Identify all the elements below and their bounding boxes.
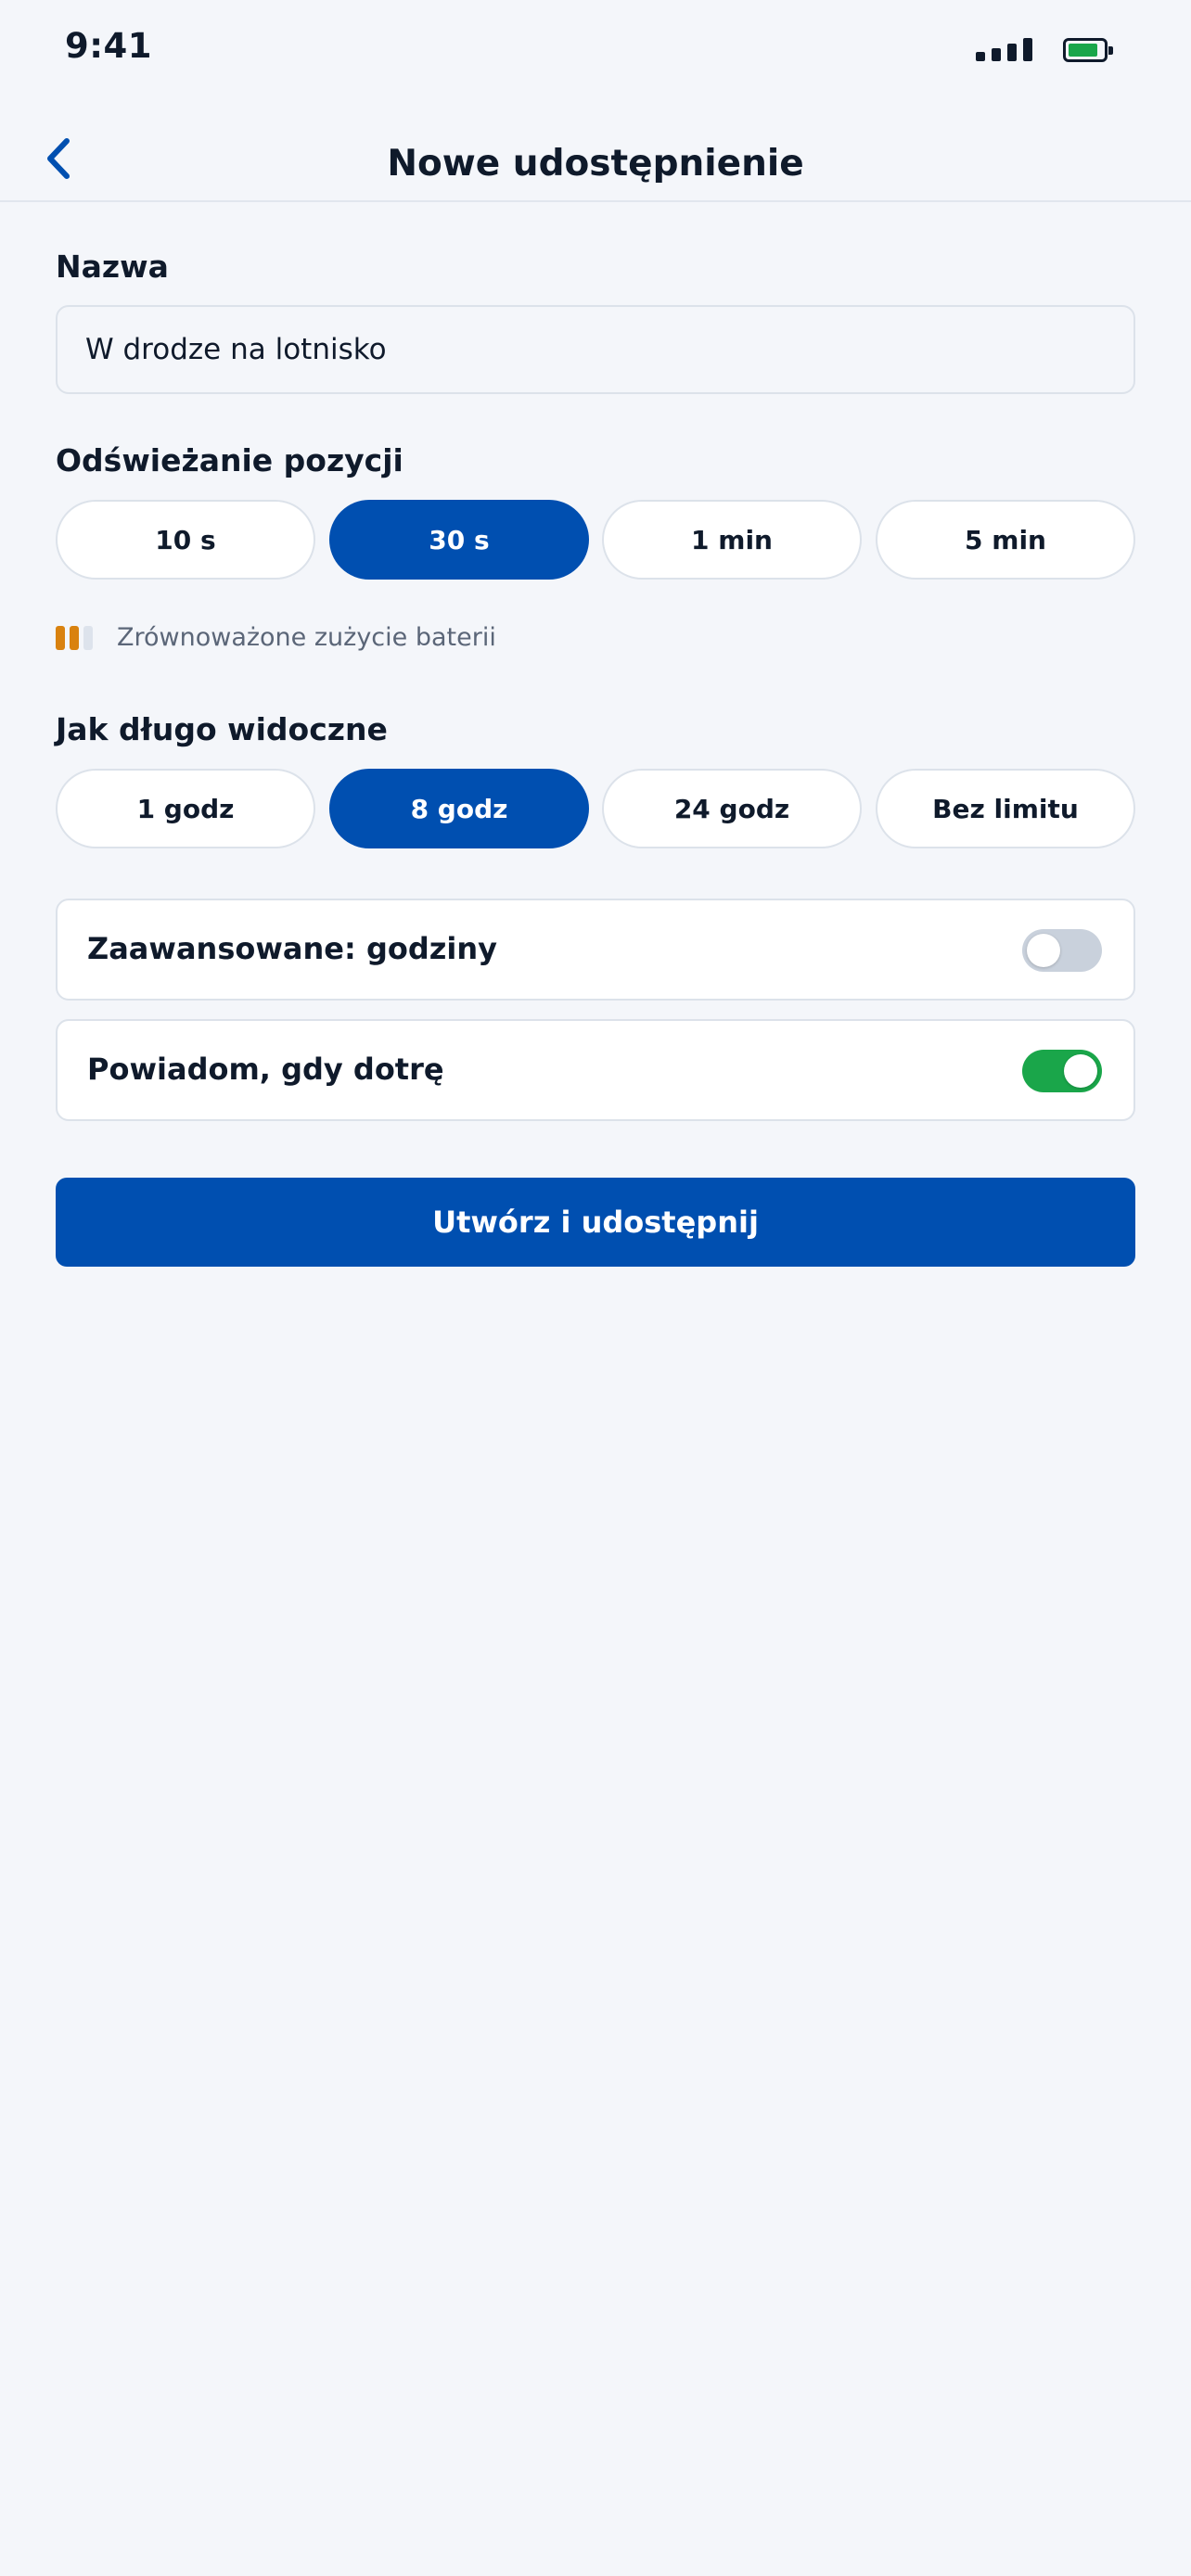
advanced-hours-label: Zaawansowane: godziny <box>87 931 497 966</box>
name-input[interactable] <box>56 305 1135 394</box>
duration-label: Jak długo widoczne <box>56 711 388 747</box>
notify-arrival-toggle[interactable] <box>1022 1050 1102 1092</box>
duration-selector: 1 godz 8 godz 24 godz Bez limitu <box>56 769 1135 848</box>
duration-option-24h[interactable]: 24 godz <box>602 769 862 848</box>
duration-option-8h[interactable]: 8 godz <box>329 769 589 848</box>
notify-arrival-row: Powiadom, gdy dotrę <box>56 1019 1135 1121</box>
duration-option-no-limit[interactable]: Bez limitu <box>876 769 1135 848</box>
notify-arrival-label: Powiadom, gdy dotrę <box>87 1052 444 1087</box>
battery-usage-bars-icon <box>56 623 96 655</box>
refresh-label: Odświeżanie pozycji <box>56 442 403 478</box>
create-and-share-button[interactable]: Utwórz i udostępnij <box>56 1178 1135 1267</box>
duration-option-1h[interactable]: 1 godz <box>56 769 315 848</box>
status-time: 9:41 <box>65 26 153 66</box>
refresh-option-5min[interactable]: 5 min <box>876 500 1135 580</box>
refresh-interval-selector: 10 s 30 s 1 min 5 min <box>56 500 1135 580</box>
status-bar: 9:41 <box>0 0 1191 93</box>
refresh-option-30s[interactable]: 30 s <box>329 500 589 580</box>
navigation-bar: Nowe udostępnienie <box>0 109 1191 202</box>
refresh-option-1min[interactable]: 1 min <box>602 500 862 580</box>
cellular-signal-icon <box>976 35 1033 61</box>
page-title: Nowe udostępnienie <box>387 143 804 185</box>
advanced-hours-row: Zaawansowane: godziny <box>56 899 1135 1001</box>
advanced-hours-toggle[interactable] <box>1022 929 1102 972</box>
battery-usage-text: Zrównoważone zużycie baterii <box>117 623 496 652</box>
name-label: Nazwa <box>56 249 169 285</box>
toggle-knob <box>1064 1054 1097 1088</box>
refresh-option-10s[interactable]: 10 s <box>56 500 315 580</box>
battery-icon <box>1063 38 1113 62</box>
toggle-knob <box>1027 934 1060 967</box>
